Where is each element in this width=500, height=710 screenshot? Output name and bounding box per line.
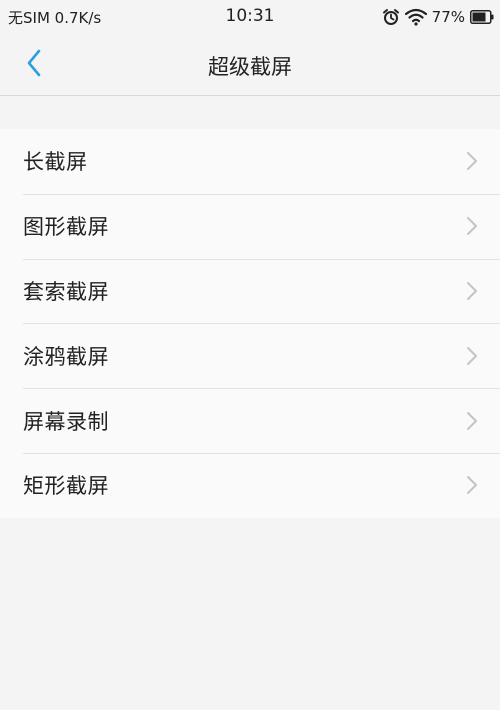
battery-icon [470,10,494,24]
list-item-long-screenshot[interactable]: 长截屏 [0,129,500,194]
screenshot-options-list: 长截屏 图形截屏 套索截屏 涂鸦截屏 屏幕录制 矩形截屏 [0,129,500,518]
screen: 无SIM 0.7K/s 10:31 77% 超级截屏 长截屏 图形截屏 套索截屏… [0,0,500,710]
chevron-right-icon [467,411,477,430]
chevron-right-icon [467,217,477,236]
list-item-doodle-screenshot[interactable]: 涂鸦截屏 [0,323,500,388]
list-item-label: 长截屏 [23,150,88,175]
nav-bar: 超级截屏 [0,34,500,96]
list-item-label: 矩形截屏 [23,474,109,499]
chevron-right-icon [467,281,477,300]
list-item-label: 屏幕录制 [23,409,109,434]
list-item-label: 套索截屏 [23,279,109,304]
list-item-rectangle-screenshot[interactable]: 矩形截屏 [0,452,500,518]
chevron-right-icon [467,476,477,495]
status-bar: 无SIM 0.7K/s 10:31 77% [0,0,500,34]
list-item-label: 涂鸦截屏 [23,344,109,369]
chevron-right-icon [467,346,477,365]
battery-percent: 77% [431,8,465,26]
list-item-screen-recording[interactable]: 屏幕录制 [0,388,500,453]
list-item-lasso-screenshot[interactable]: 套索截屏 [0,258,500,324]
alarm-icon [382,8,400,26]
chevron-right-icon [467,152,477,171]
status-right-group: 77% [382,6,494,28]
page-title: 超级截屏 [208,55,292,79]
wifi-icon [404,8,427,26]
list-item-shape-screenshot[interactable]: 图形截屏 [0,193,500,259]
list-item-label: 图形截屏 [23,215,109,240]
